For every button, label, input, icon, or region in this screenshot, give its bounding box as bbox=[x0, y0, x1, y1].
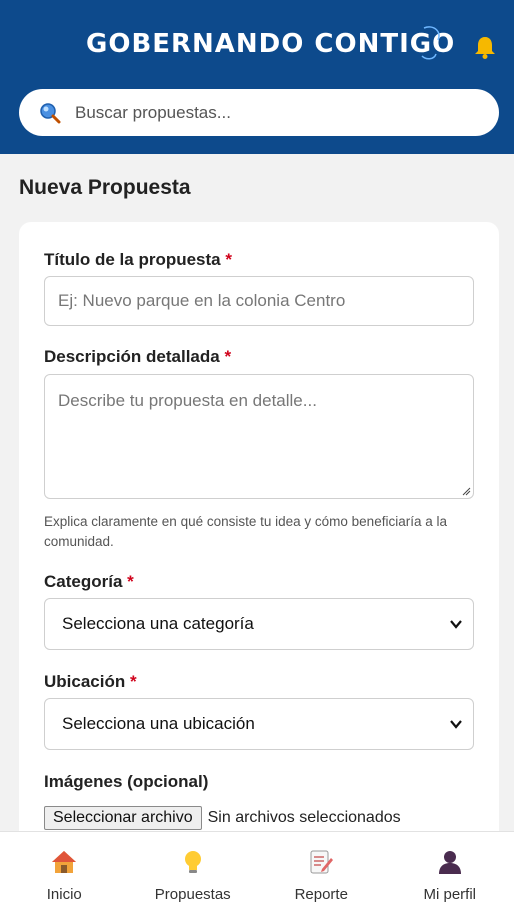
select-file-button[interactable]: Seleccionar archivo bbox=[44, 806, 202, 830]
search-icon bbox=[40, 102, 61, 123]
chevron-down-icon bbox=[450, 720, 462, 729]
description-help-text: Explica claramente en qué consiste tu id… bbox=[44, 514, 447, 549]
search-bar[interactable] bbox=[19, 89, 499, 136]
file-upload: Seleccionar archivo Sin archivos selecci… bbox=[44, 806, 401, 830]
report-icon bbox=[310, 850, 334, 874]
nav-item-mi-perfil[interactable]: Mi perfil bbox=[386, 832, 514, 913]
title-label-text: Título de la propuesta bbox=[44, 250, 221, 269]
nav-label-mi-perfil: Mi perfil bbox=[423, 886, 476, 903]
category-select[interactable]: Selecciona una categoría bbox=[44, 598, 474, 650]
nav-label-inicio: Inicio bbox=[46, 886, 82, 903]
location-select[interactable]: Selecciona una ubicación bbox=[44, 698, 474, 750]
title-input[interactable] bbox=[44, 276, 474, 326]
description-label-text: Descripción detallada bbox=[44, 347, 220, 366]
location-label: Ubicación * bbox=[44, 672, 137, 692]
logo-swirl-icon bbox=[421, 26, 440, 60]
nav-label-propuestas: Propuestas bbox=[154, 886, 231, 903]
file-status-text: Sin archivos seleccionados bbox=[207, 809, 401, 826]
category-selected-value: Selecciona una categoría bbox=[62, 614, 254, 633]
bottom-navigation: Inicio Propuestas Reporte Mi perfil bbox=[0, 831, 514, 913]
required-mark: * bbox=[225, 250, 232, 269]
description-label: Descripción detallada * bbox=[44, 347, 231, 367]
nav-label-reporte: Reporte bbox=[294, 886, 348, 903]
notification-bell-icon[interactable] bbox=[472, 34, 498, 60]
chevron-down-icon bbox=[450, 620, 462, 629]
nav-item-propuestas[interactable]: Propuestas bbox=[129, 832, 258, 913]
nav-item-reporte[interactable]: Reporte bbox=[257, 832, 386, 913]
category-label-text: Categoría bbox=[44, 572, 123, 591]
required-mark: * bbox=[127, 572, 134, 591]
app-logo[interactable]: GOBERNANDO CONTIGO bbox=[86, 26, 454, 62]
lightbulb-icon bbox=[184, 851, 201, 873]
app-header: GOBERNANDO CONTIGO bbox=[0, 0, 514, 154]
user-icon bbox=[438, 851, 461, 874]
home-icon bbox=[52, 851, 77, 873]
category-label: Categoría * bbox=[44, 572, 134, 592]
location-label-text: Ubicación bbox=[44, 672, 126, 691]
nav-item-inicio[interactable]: Inicio bbox=[0, 832, 129, 913]
location-selected-value: Selecciona una ubicación bbox=[62, 714, 255, 733]
required-mark: * bbox=[129, 672, 137, 691]
images-label: Imágenes (opcional) bbox=[44, 772, 209, 791]
search-input[interactable] bbox=[75, 102, 455, 123]
description-textarea[interactable] bbox=[44, 374, 474, 499]
required-mark: * bbox=[224, 347, 232, 366]
resize-grip-icon[interactable] bbox=[461, 486, 471, 496]
page-title: Nueva Propuesta bbox=[19, 176, 191, 199]
title-label: Título de la propuesta * bbox=[44, 250, 232, 270]
logo-text: GOBERNANDO CONTIGO bbox=[86, 29, 456, 59]
